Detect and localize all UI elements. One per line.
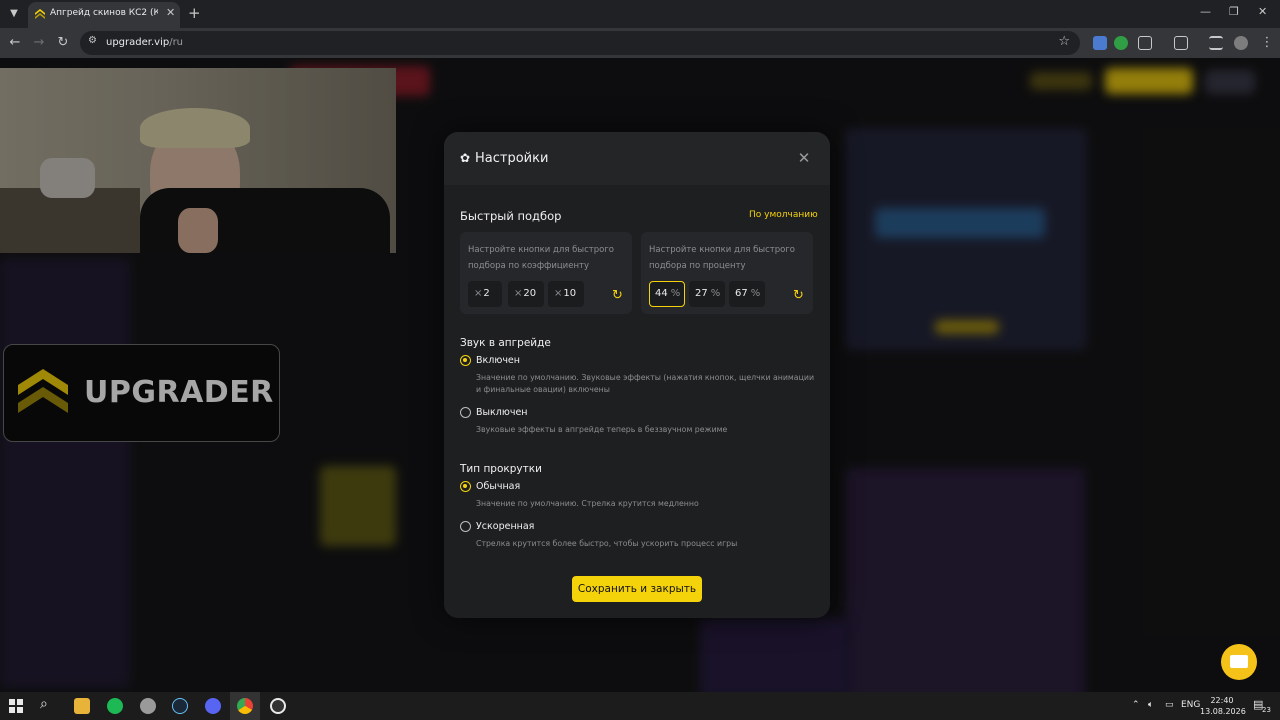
obs-icon[interactable] <box>270 698 286 714</box>
file-explorer-icon[interactable] <box>74 698 90 714</box>
percent-panel: Настройте кнопки для быстрого подбора по… <box>641 232 813 314</box>
percent-input-2[interactable]: 27% <box>689 281 725 307</box>
media-icon[interactable] <box>1209 36 1223 50</box>
tab-title: Апгрейд скинов КС2 (КС ГО) <box>50 8 158 18</box>
browser-toolbar: ← → ↻ ⚙ upgrader.vip/ru ☆ ⋮ <box>0 28 1280 58</box>
chrome-icon[interactable] <box>237 698 253 714</box>
percent-input-1[interactable]: 44% <box>649 281 685 307</box>
notification-count: 23 <box>1262 706 1271 714</box>
sound-section-title: Звук в апгрейде <box>460 337 551 349</box>
address-bar[interactable]: ⚙ upgrader.vip/ru ☆ <box>80 31 1080 55</box>
coef-button-1[interactable]: ×2 <box>468 281 502 307</box>
search-icon[interactable]: ⌕ <box>40 696 48 712</box>
forward-icon[interactable]: → <box>30 34 48 52</box>
url-text: upgrader.vip/ru <box>106 37 184 48</box>
percent-input-3[interactable]: 67% <box>729 281 765 307</box>
window-close-icon[interactable]: ✕ <box>1258 5 1267 18</box>
browser-tab[interactable]: Апгрейд скинов КС2 (КС ГО) ✕ <box>28 2 180 28</box>
coef-panel-desc: Настройте кнопки для быстрого подбора по… <box>468 245 615 271</box>
sound-on-label[interactable]: Включен <box>476 355 520 366</box>
percent-reset-icon[interactable]: ↻ <box>793 289 804 302</box>
windows-start-icon[interactable] <box>8 698 24 714</box>
coef-reset-icon[interactable]: ↻ <box>612 289 623 302</box>
upgrader-favicon-icon <box>35 9 45 19</box>
browser-menu-icon[interactable]: ⋮ <box>1258 34 1276 52</box>
tab-search-chevron-icon[interactable]: ▼ <box>6 6 22 22</box>
modal-title: ✿ Настройки <box>460 151 549 166</box>
percent-panel-desc: Настройте кнопки для быстрого подбора по… <box>649 245 796 271</box>
app-icon[interactable] <box>140 698 156 714</box>
scroll-fast-label[interactable]: Ускоренная <box>476 521 534 532</box>
quick-select-title: Быстрый подбор <box>460 209 562 223</box>
browser-tab-bar: ▼ Апгрейд скинов КС2 (КС ГО) ✕ + — ❐ ✕ <box>0 0 1280 28</box>
modal-header: ✿ Настройки ✕ <box>444 132 830 185</box>
save-and-close-button[interactable]: Сохранить и закрыть <box>572 576 702 602</box>
language-indicator[interactable]: ENG <box>1181 700 1200 710</box>
bookmark-star-icon[interactable]: ☆ <box>1058 34 1070 49</box>
windows-taskbar: ⌕ ⌃ 🔈︎ ▭ ENG 22:40 13.08.2026 ▤ 23 <box>0 692 1280 720</box>
chat-icon <box>1230 655 1248 668</box>
steam-icon[interactable] <box>172 698 188 714</box>
extension-icon[interactable] <box>1093 36 1107 50</box>
coef-button-2[interactable]: ×20 <box>508 281 544 307</box>
extension-green-icon[interactable] <box>1114 36 1128 50</box>
scroll-fast-desc: Стрелка крутится более быстро, чтобы уск… <box>476 539 738 548</box>
sound-on-radio[interactable] <box>460 355 471 366</box>
scroll-fast-radio[interactable] <box>460 521 471 532</box>
network-icon[interactable]: ▭ <box>1165 700 1174 710</box>
sound-on-desc: Значение по умолчанию. Звуковые эффекты … <box>476 373 815 394</box>
spotify-icon[interactable] <box>107 698 123 714</box>
scroll-normal-label[interactable]: Обычная <box>476 481 520 492</box>
coef-panel: Настройте кнопки для быстрого подбора по… <box>460 232 632 314</box>
settings-modal: ✿ Настройки ✕ Быстрый подбор По умолчанию… <box>444 132 830 618</box>
scroll-normal-desc: Значение по умолчанию. Стрелка крутится … <box>476 499 699 508</box>
discord-icon[interactable] <box>205 698 221 714</box>
scroll-normal-radio[interactable] <box>460 481 471 492</box>
new-tab-icon[interactable]: + <box>188 4 201 22</box>
coef-button-3[interactable]: ×10 <box>548 281 584 307</box>
restore-icon[interactable]: ❐ <box>1229 5 1239 18</box>
modal-close-icon[interactable]: ✕ <box>796 150 812 166</box>
sound-off-desc: Звуковые эффекты в апгрейде теперь в без… <box>476 425 728 434</box>
reload-icon[interactable]: ↻ <box>54 34 72 52</box>
sidebar-icon[interactable] <box>1174 36 1188 50</box>
back-icon[interactable]: ← <box>6 34 24 52</box>
volume-icon[interactable]: 🔈︎ <box>1148 700 1153 710</box>
tray-chevron-icon[interactable]: ⌃ <box>1132 700 1140 710</box>
extensions-puzzle-icon[interactable] <box>1138 36 1152 50</box>
minimize-icon[interactable]: — <box>1200 5 1211 18</box>
sound-off-radio[interactable] <box>460 407 471 418</box>
scroll-section-title: Тип прокрутки <box>460 463 542 475</box>
profile-avatar[interactable] <box>1234 36 1248 50</box>
gear-icon: ✿ <box>460 151 471 165</box>
system-clock[interactable]: 22:40 13.08.2026 <box>1200 695 1246 717</box>
tab-close-icon[interactable]: ✕ <box>166 6 175 19</box>
reset-defaults-link[interactable]: По умолчанию <box>749 210 818 220</box>
site-info-icon[interactable]: ⚙ <box>88 35 97 46</box>
sound-off-label[interactable]: Выключен <box>476 407 528 418</box>
support-chat-button[interactable] <box>1221 644 1257 680</box>
